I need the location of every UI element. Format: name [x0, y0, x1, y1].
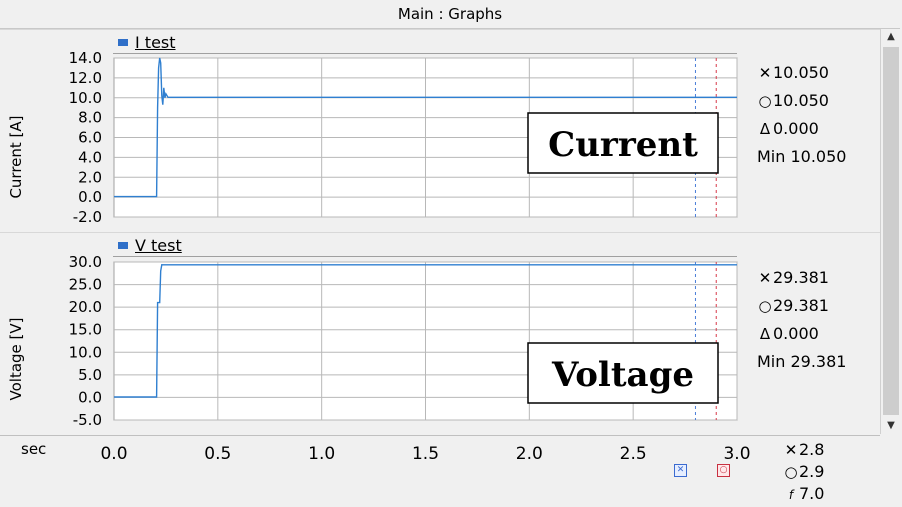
- current-overlay-label: Current: [548, 125, 698, 165]
- x-tick-label: 1.5: [411, 444, 440, 464]
- scroll-down-arrow-icon[interactable]: ▼: [881, 418, 901, 434]
- graphs-plot-area[interactable]: 14.0 12.0 10.0 8.0 6.04.0 2.0 0.0 -2.0 Current 30…: [0, 0, 902, 507]
- voltage-y-tick-label: -5.0: [73, 411, 102, 429]
- x-cross-value: 2.8: [799, 440, 825, 459]
- circle-cursor-handle-icon[interactable]: ○: [717, 464, 730, 477]
- voltage-y-tick-label: 5.0: [78, 366, 102, 384]
- voltage-y-tick-label: 20.0: [69, 298, 102, 316]
- frequency-icon: f: [788, 488, 794, 502]
- x-cross-value-row: ✕ 2.8: [783, 439, 825, 461]
- x-f-value: 7.0: [799, 484, 825, 503]
- cross-marker-icon: ✕: [784, 441, 798, 459]
- current-y-tick-label: 4.0: [78, 148, 102, 166]
- x-tick-label: 1.0: [308, 444, 336, 464]
- voltage-y-tick-label: 10.0: [69, 343, 102, 361]
- circle-marker-icon: ○: [784, 463, 798, 481]
- current-y-tick-label: 0.0: [78, 188, 102, 206]
- current-y-tick-label: 12.0: [69, 69, 102, 87]
- x-axis-unit-label: sec: [21, 440, 47, 458]
- x-cursor-readout: ✕ 2.8 ○2.9 f 7.0: [783, 439, 824, 505]
- current-y-tick-label: 2.0: [78, 168, 102, 186]
- x-circle-value: 2.9: [799, 462, 825, 481]
- x-tick-label: 2.0: [515, 444, 543, 464]
- scroll-up-arrow-icon[interactable]: ▲: [881, 29, 901, 45]
- x-axis-row: sec 0.0 0.5 1.0 1.5 2.0 2.5 3.0 ✕ ○ ✕ 2.8 ○2.9 …: [0, 434, 902, 507]
- voltage-y-tick-label: 0.0: [78, 388, 102, 406]
- x-circle-value-row: ○2.9: [783, 461, 824, 483]
- x-tick-label: 3.0: [723, 444, 751, 464]
- x-f-value-row: f 7.0: [783, 483, 825, 505]
- current-y-tick-label: 14.0: [69, 49, 102, 67]
- vertical-scrollbar[interactable]: ▲ ▼: [880, 29, 901, 434]
- scrollbar-thumb[interactable]: [883, 47, 899, 415]
- voltage-overlay-label: Voltage: [551, 355, 694, 395]
- voltage-y-tick-label: 25.0: [69, 276, 102, 294]
- voltage-y-tick-label: 30.0: [69, 253, 102, 271]
- cross-cursor-handle-icon[interactable]: ✕: [674, 464, 687, 477]
- current-y-tick-label: 8.0: [78, 109, 102, 127]
- x-tick-label: 0.5: [204, 444, 232, 464]
- x-tick-label: 2.5: [619, 444, 647, 464]
- current-y-tick-label: -2.0: [73, 208, 102, 226]
- x-tick-label: 0.0: [100, 444, 128, 464]
- voltage-y-tick-label: 15.0: [69, 321, 102, 339]
- current-y-tick-label: 6.0: [78, 129, 102, 147]
- current-y-tick-label: 10.0: [69, 89, 102, 107]
